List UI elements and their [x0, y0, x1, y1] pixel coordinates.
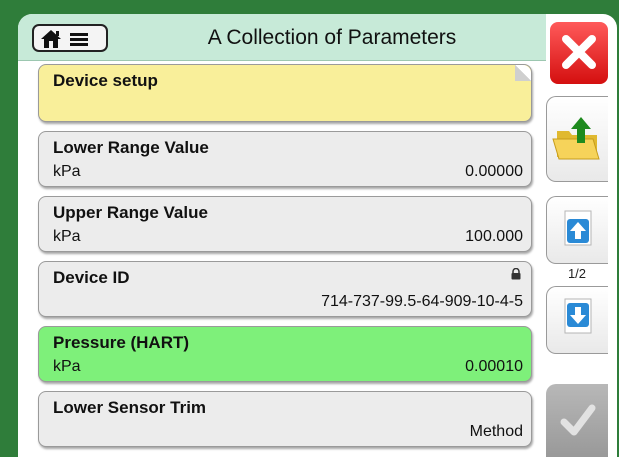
item-value: 100.000 — [465, 228, 523, 245]
page-indicator: 1/2 — [567, 266, 587, 281]
list-item-device-setup[interactable]: Device setup — [38, 64, 532, 122]
folder-up-button[interactable] — [546, 96, 608, 182]
page-title: A Collection of Parameters — [207, 26, 457, 49]
item-unit: kPa — [53, 163, 81, 180]
list-item-lower-range-value[interactable]: Lower Range Value kPa 0.00000 — [38, 131, 532, 187]
page-up-icon — [564, 210, 592, 246]
item-value: 714-737-99.5-64-909-10-4-5 — [321, 293, 523, 310]
lock-icon — [511, 268, 521, 280]
item-label: Lower Sensor Trim — [53, 398, 207, 417]
item-unit: kPa — [53, 358, 81, 375]
list-item-pressure-hart[interactable]: Pressure (HART) kPa 0.00010 — [38, 326, 532, 382]
item-value: Method — [469, 423, 523, 440]
list-item-device-id[interactable]: Device ID 714-737-99.5-64-909-10-4-5 — [38, 261, 532, 317]
close-icon — [562, 35, 596, 69]
item-value: 0.00000 — [465, 163, 523, 180]
page-down-icon — [564, 298, 592, 334]
item-value: 0.00010 — [465, 358, 523, 375]
header-bar: A Collection of Parameters — [18, 14, 546, 61]
item-label: Upper Range Value — [53, 203, 208, 222]
page-up-button[interactable] — [546, 196, 608, 264]
parameter-list: Device setup Lower Range Value kPa 0.000… — [38, 64, 532, 456]
page-down-button[interactable] — [546, 286, 608, 354]
main-window: A Collection of Parameters Device setup … — [18, 14, 617, 457]
close-button[interactable] — [550, 22, 608, 84]
item-label: Device ID — [53, 268, 130, 287]
list-item-lower-sensor-trim[interactable]: Lower Sensor Trim Method — [38, 391, 532, 447]
item-label: Pressure (HART) — [53, 333, 190, 352]
item-unit: kPa — [53, 228, 81, 245]
page-fold-icon — [515, 65, 531, 81]
checkmark-icon — [560, 404, 596, 436]
item-label: Device setup — [53, 71, 158, 90]
home-icon — [41, 30, 88, 48]
home-menu-button[interactable] — [32, 24, 108, 52]
folder-up-icon — [552, 117, 600, 160]
menu-icon — [70, 33, 88, 46]
item-label: Lower Range Value — [53, 138, 209, 157]
accept-button[interactable] — [546, 384, 608, 457]
list-item-upper-range-value[interactable]: Upper Range Value kPa 100.000 — [38, 196, 532, 252]
